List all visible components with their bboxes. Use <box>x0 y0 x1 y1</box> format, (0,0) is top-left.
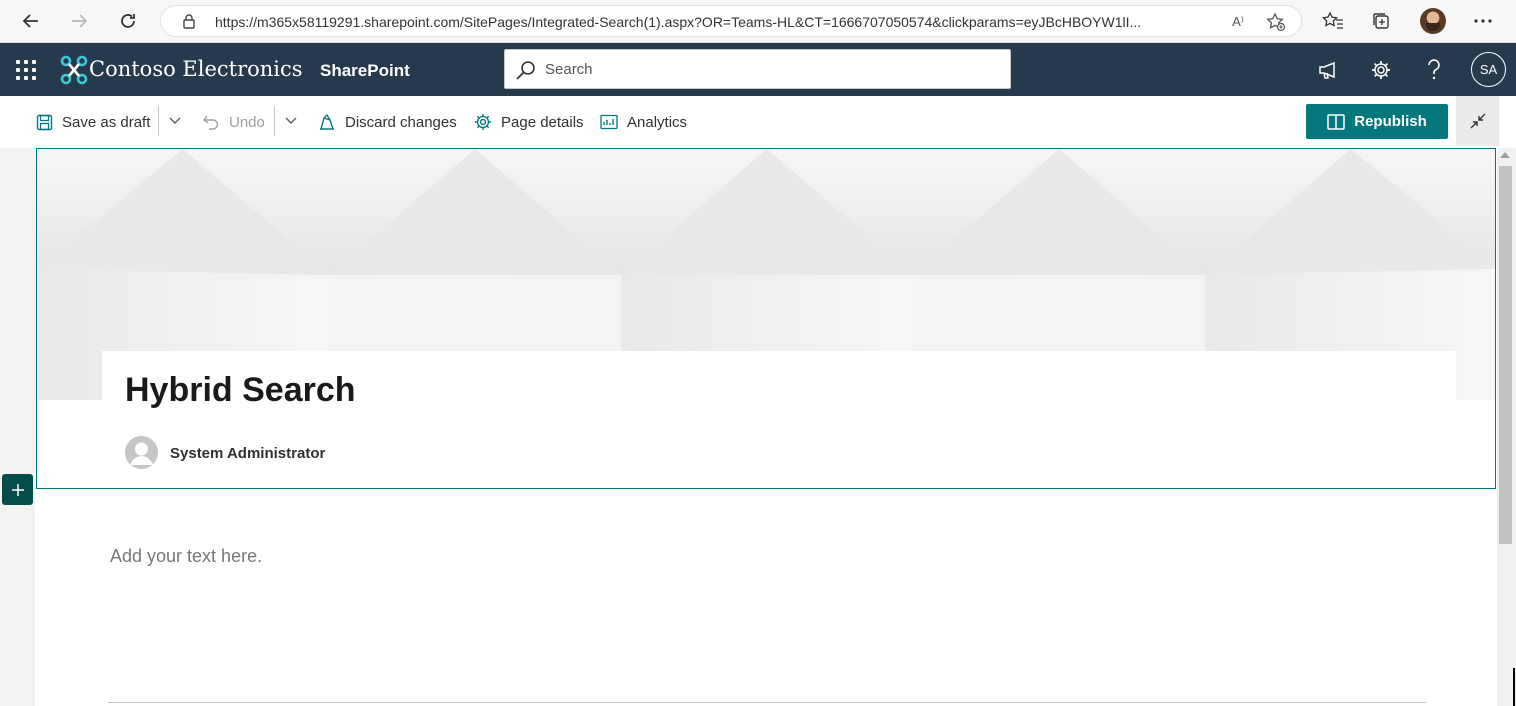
search-input[interactable] <box>545 50 1005 88</box>
user-avatar[interactable]: SA <box>1471 52 1506 87</box>
text-cursor <box>1513 668 1515 706</box>
discard-icon <box>320 113 334 130</box>
author-avatar-icon <box>125 436 158 469</box>
brand-name[interactable]: Contoso Electronics <box>89 57 303 81</box>
collapse-button[interactable] <box>1456 96 1499 146</box>
collapse-icon <box>1470 113 1485 129</box>
profile-avatar[interactable] <box>1420 8 1446 34</box>
save-as-draft-button[interactable]: Save as draft <box>36 110 150 134</box>
add-section-button[interactable] <box>2 474 33 505</box>
refresh-button[interactable] <box>113 7 143 35</box>
arrow-left-icon <box>22 14 38 28</box>
discard-changes-button[interactable]: Discard changes <box>318 110 457 134</box>
republish-label: Republish <box>1354 113 1427 130</box>
scroll-up-icon[interactable] <box>1500 152 1510 158</box>
search-icon <box>516 61 535 80</box>
page-details-label: Page details <box>501 113 584 131</box>
divider <box>158 106 159 136</box>
collections-icon[interactable] <box>1368 8 1394 34</box>
search-box[interactable] <box>504 49 1011 89</box>
command-bar: Save as draft Undo Discard changes Page … <box>0 96 1516 148</box>
save-as-draft-label: Save as draft <box>62 113 151 131</box>
save-icon <box>36 114 53 130</box>
add-favorite-icon[interactable] <box>1265 12 1287 32</box>
contoso-logo-icon <box>60 55 88 85</box>
author-name[interactable]: System Administrator <box>170 445 325 462</box>
arrow-right-icon <box>72 14 88 28</box>
page-details-button[interactable]: Page details <box>474 110 584 134</box>
back-button[interactable] <box>16 7 46 35</box>
refresh-icon <box>121 14 135 28</box>
address-bar[interactable]: https://m365x58119291.sharepoint.com/Sit… <box>160 5 1302 37</box>
chevron-down-icon[interactable] <box>284 113 298 127</box>
read-aloud-icon[interactable]: A⁾ <box>1227 12 1249 32</box>
book-icon <box>1327 113 1345 130</box>
discard-changes-label: Discard changes <box>345 113 457 131</box>
republish-button[interactable]: Republish <box>1306 104 1448 139</box>
lock-icon <box>181 13 197 29</box>
gear-icon[interactable] <box>1367 56 1395 84</box>
scroll-thumb[interactable] <box>1499 166 1512 544</box>
undo-icon <box>203 115 219 130</box>
page-title[interactable]: Hybrid Search <box>125 371 356 410</box>
more-options-icon[interactable] <box>1470 8 1496 34</box>
app-launcher-icon[interactable] <box>14 58 38 82</box>
text-webpart-placeholder[interactable]: Add your text here. <box>110 546 262 567</box>
browser-toolbar: https://m365x58119291.sharepoint.com/Sit… <box>0 0 1516 43</box>
plus-icon <box>11 483 24 496</box>
analytics-icon <box>600 114 618 130</box>
chevron-down-icon[interactable] <box>168 113 182 127</box>
gear-icon <box>475 114 491 130</box>
favorites-icon[interactable] <box>1320 8 1346 34</box>
undo-button[interactable]: Undo <box>202 110 265 134</box>
help-icon[interactable] <box>1420 56 1448 84</box>
divider <box>274 106 275 136</box>
megaphone-icon[interactable] <box>1314 56 1342 84</box>
scrollbar[interactable] <box>1497 148 1516 706</box>
analytics-button[interactable]: Analytics <box>600 110 687 134</box>
section-divider <box>36 488 1496 489</box>
analytics-label: Analytics <box>627 113 688 131</box>
url-text: https://m365x58119291.sharepoint.com/Sit… <box>215 14 1142 30</box>
forward-button[interactable] <box>64 7 94 35</box>
site-name[interactable]: SharePoint <box>320 61 410 81</box>
suite-bar: Contoso Electronics SharePoint SA <box>0 43 1516 96</box>
undo-label: Undo <box>229 113 265 131</box>
divider <box>108 702 1426 703</box>
